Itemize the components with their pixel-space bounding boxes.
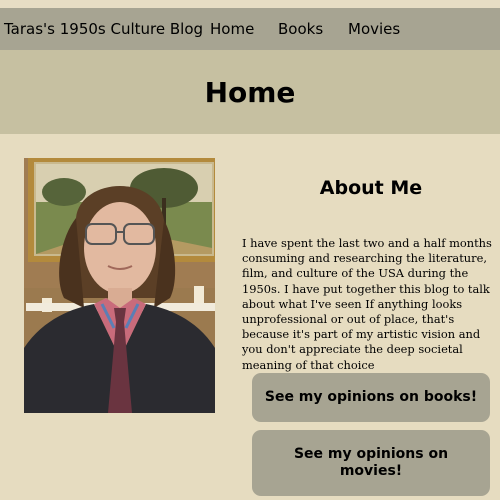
profile-photo: [24, 158, 215, 413]
page-title: Home: [204, 76, 296, 109]
books-opinions-button[interactable]: See my opinions on books!: [252, 373, 490, 422]
profile-photo-illustration: [24, 158, 215, 413]
nav-link-movies[interactable]: Movies: [348, 19, 400, 39]
about-paragraph: I have spent the last two and a half mon…: [242, 236, 492, 372]
site-brand[interactable]: Taras's 1950s Culture Blog: [4, 19, 203, 39]
top-navigation-bar: Taras's 1950s Culture Blog Home Books Mo…: [0, 0, 500, 50]
nav-link-home[interactable]: Home: [210, 19, 254, 39]
movies-opinions-button[interactable]: See my opinions on movies!: [252, 430, 490, 496]
about-heading: About Me: [319, 177, 423, 199]
nav-link-books[interactable]: Books: [278, 19, 323, 39]
